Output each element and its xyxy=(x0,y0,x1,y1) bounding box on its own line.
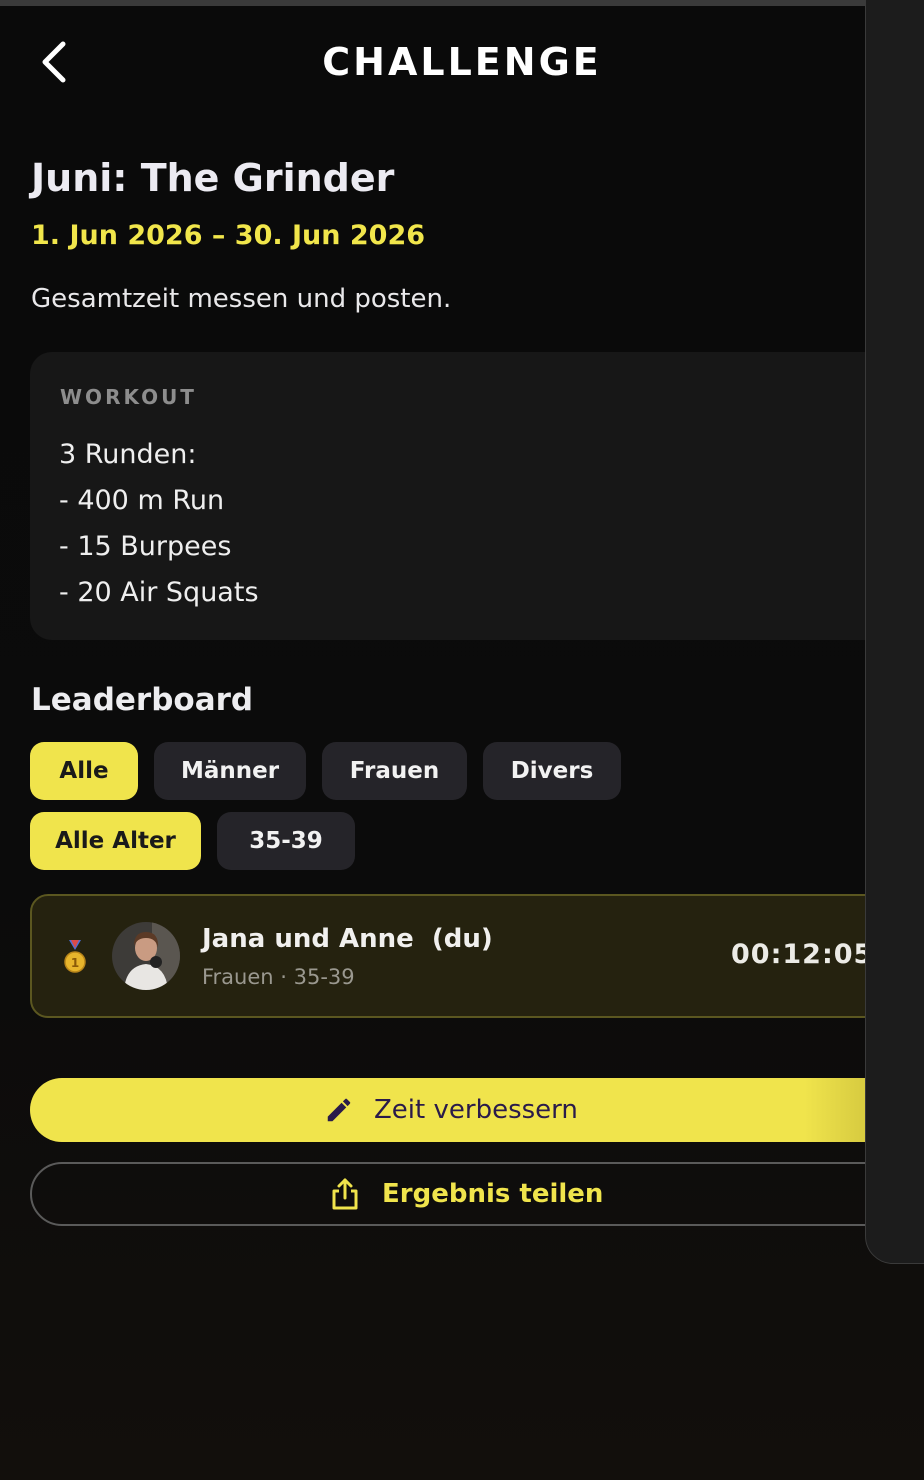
share-result-content: Ergebnis teilen xyxy=(330,1164,603,1224)
filter-chip-divers[interactable]: Divers xyxy=(483,742,621,800)
filter-chip-35-39[interactable]: 35-39 xyxy=(217,812,355,870)
entry-time: 00:12:05 xyxy=(731,939,874,970)
filter-chip-frauen[interactable]: Frauen xyxy=(322,742,467,800)
workout-line: 3 Runden: xyxy=(59,439,197,470)
share-result-label: Ergebnis teilen xyxy=(382,1179,604,1209)
challenge-title: Juni: The Grinder xyxy=(31,156,395,200)
challenge-description: Gesamtzeit messen und posten. xyxy=(31,284,452,314)
gold-medal-icon: 1 xyxy=(64,940,86,973)
avatar xyxy=(112,922,180,990)
medal-rank: 1 xyxy=(71,956,79,970)
workout-label: WORKOUT xyxy=(60,385,197,409)
challenge-dates: 1. Jun 2026 – 30. Jun 2026 xyxy=(31,220,426,251)
pencil-icon xyxy=(327,1098,351,1122)
header: CHALLENGE xyxy=(0,6,924,118)
workout-line: - 400 m Run xyxy=(59,485,225,516)
workout-card: WORKOUT 3 Runden: - 400 m Run - 15 Burpe… xyxy=(30,352,910,640)
improve-time-label: Zeit verbessern xyxy=(374,1095,578,1125)
page-title: CHALLENGE xyxy=(322,40,602,84)
leaderboard-heading: Leaderboard xyxy=(31,682,254,718)
challenge-screen: CHALLENGE Juni: The Grinder 1. Jun 2026 … xyxy=(0,0,924,1480)
entry-name: Jana und Anne (du) xyxy=(202,924,493,954)
share-result-button[interactable]: Ergebnis teilen xyxy=(30,1162,910,1226)
filter-chip-alle-alter[interactable]: Alle Alter xyxy=(30,812,201,870)
share-icon xyxy=(332,1178,358,1210)
workout-description: 3 Runden: - 400 m Run - 15 Burpees - 20 … xyxy=(59,432,259,616)
filter-chip-alle[interactable]: Alle xyxy=(30,742,138,800)
filter-chip-maenner[interactable]: Männer xyxy=(154,742,306,800)
workout-line: - 20 Air Squats xyxy=(59,577,259,608)
improve-time-button[interactable]: Zeit verbessern xyxy=(30,1078,910,1142)
leaderboard-entry[interactable]: 1 Jana und Anne (du) Frauen · 35-39 00:1… xyxy=(30,894,910,1018)
workout-line: - 15 Burpees xyxy=(59,531,232,562)
entry-meta: Frauen · 35-39 xyxy=(202,965,355,989)
side-panel xyxy=(865,0,924,1264)
improve-time-content: Zeit verbessern xyxy=(324,1078,578,1142)
